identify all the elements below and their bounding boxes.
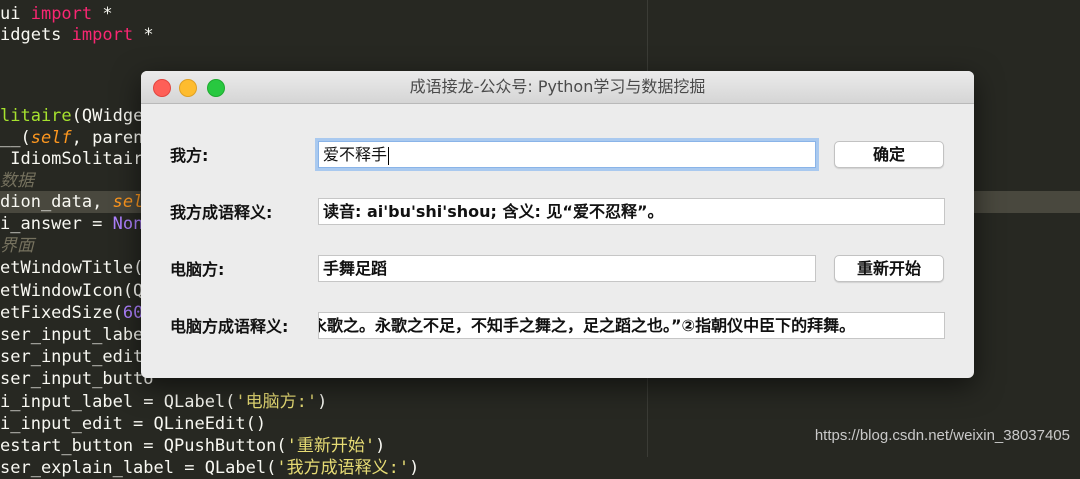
code-token: dion_data, — [0, 192, 113, 212]
code-token: ) — [375, 436, 386, 456]
code-token: ) — [409, 458, 420, 478]
code-token: '我方成语释义:' — [276, 458, 410, 478]
code-token: ser_explain_label = QLabel( — [0, 458, 277, 478]
code-token: ser_input_butto — [0, 369, 154, 389]
code-token: import — [71, 25, 134, 45]
text-caret — [388, 146, 390, 165]
code-line: etWindowTitle(' — [0, 257, 154, 279]
code-token: import — [30, 4, 93, 24]
code-line: i_input_label = QLabel('电脑方:') — [0, 391, 327, 413]
code-token: 界面 — [0, 236, 34, 256]
code-line: IdiomSolitaire, — [0, 148, 164, 170]
restart-button[interactable]: 重新开始 — [834, 255, 944, 282]
user-label: 我方: — [170, 146, 209, 165]
code-line: ui import * — [0, 3, 113, 25]
code-line: ser_input_edit — [0, 346, 143, 368]
code-line: etWindowIcon(QI — [0, 280, 154, 302]
user-explain-field[interactable]: 读音: ai'bu'shi'shou; 含义: 见“爱不忍释”。 — [318, 198, 945, 225]
code-token: self — [30, 128, 72, 148]
code-token: ui — [0, 4, 31, 24]
code-token: ) — [317, 392, 328, 412]
code-line: idgets import * — [0, 24, 154, 46]
code-token: * — [133, 25, 154, 45]
code-token: ser_input_edit — [0, 347, 144, 367]
code-token: litaire — [0, 106, 72, 126]
idiom-solitaire-window: 成语接龙-公众号: Python学习与数据挖掘 我方: 爱不释手 确定 我方成语… — [141, 71, 974, 378]
code-token: '重新开始' — [286, 436, 376, 456]
code-line: litaire(QWidget) — [0, 105, 164, 127]
computer-label: 电脑方: — [170, 260, 225, 279]
code-token: * — [92, 4, 113, 24]
code-token: 数据 — [0, 171, 34, 191]
code-token: ser_input_label — [0, 325, 154, 345]
title-bar[interactable]: 成语接龙-公众号: Python学习与数据挖掘 — [141, 71, 974, 104]
user-idiom-input-text: 爱不释手 — [323, 145, 388, 164]
code-line: 界面 — [0, 235, 34, 257]
code-token: etWindowIcon(QI — [0, 281, 154, 301]
confirm-button[interactable]: 确定 — [834, 141, 944, 168]
code-line: ser_explain_label = QLabel('我方成语释义:') — [0, 457, 419, 479]
code-line: i_input_edit = QLineEdit() — [0, 413, 266, 435]
user-explain-label: 我方成语释义: — [170, 203, 273, 222]
code-line: ser_input_label — [0, 324, 154, 346]
code-token: __( — [0, 128, 31, 148]
code-token: i_input_label = QLabel( — [0, 392, 236, 412]
code-token: i_answer = — [0, 214, 113, 234]
user-explain-text: 读音: ai'bu'shi'shou; 含义: 见“爱不忍释”。 — [323, 202, 664, 221]
code-token: etWindowTitle(' — [0, 258, 154, 278]
code-line: __(self, parent — [0, 127, 154, 149]
code-token: estart_button = QPushButton( — [0, 436, 287, 456]
computer-idiom-input[interactable]: 手舞足蹈 — [318, 255, 816, 282]
user-idiom-input[interactable]: 爱不释手 — [318, 141, 816, 168]
code-line: i_answer = None — [0, 213, 154, 235]
computer-explain-field[interactable]: 故永歌之。永歌之不足，不知手之舞之，足之蹈之也。”②指朝仪中臣下的拜舞。 — [318, 312, 945, 339]
code-token: idgets — [0, 25, 72, 45]
code-token: IdiomSolitaire, — [0, 149, 164, 169]
code-token: etFixedSize( — [0, 303, 123, 323]
code-token: i_input_edit = QLineEdit() — [0, 414, 267, 434]
computer-idiom-input-text: 手舞足蹈 — [323, 259, 388, 278]
code-line: ser_input_butto — [0, 368, 154, 390]
computer-explain-label: 电脑方成语释义: — [170, 317, 289, 336]
watermark-text: https://blog.csdn.net/weixin_38037405 — [814, 427, 1070, 444]
code-token: '电脑方:' — [235, 392, 318, 412]
computer-explain-text: 故永歌之。永歌之不足，不知手之舞之，足之蹈之也。”②指朝仪中臣下的拜舞。 — [318, 316, 856, 335]
code-line: 数据 — [0, 170, 34, 192]
window-title: 成语接龙-公众号: Python学习与数据挖掘 — [409, 77, 706, 96]
code-line: etFixedSize(600 — [0, 302, 154, 324]
code-line: estart_button = QPushButton('重新开始') — [0, 435, 385, 457]
